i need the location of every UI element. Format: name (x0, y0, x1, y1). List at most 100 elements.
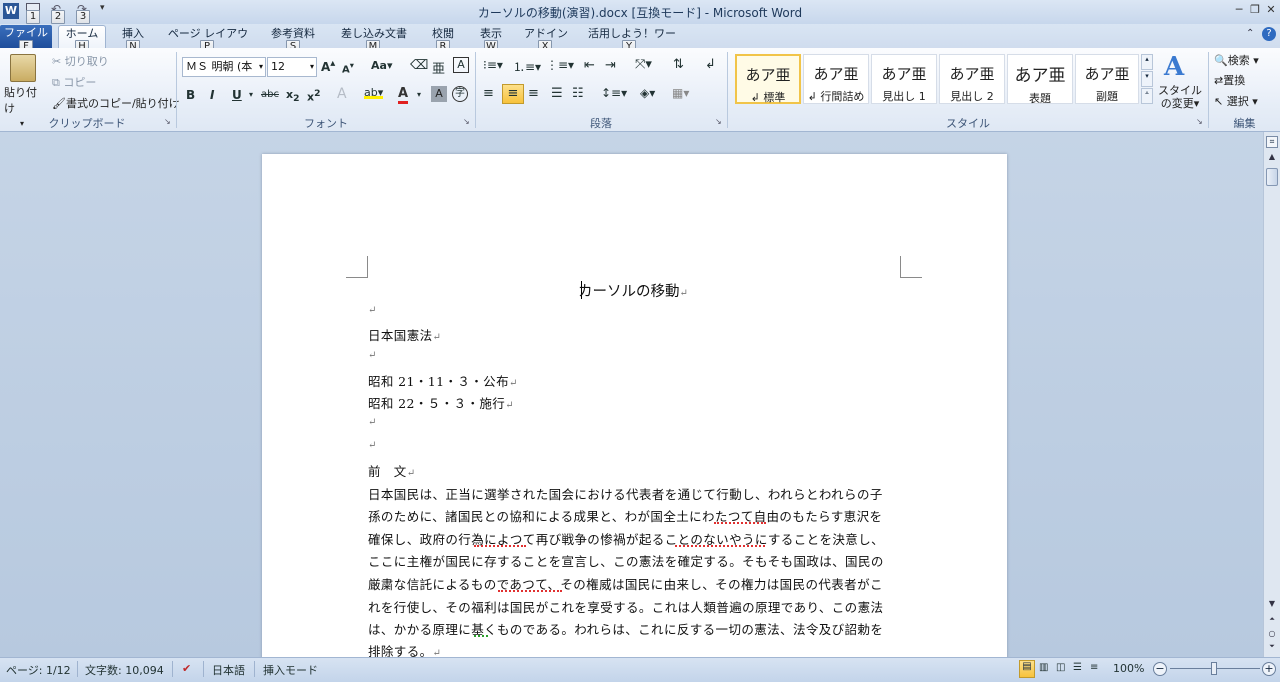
styles-scroll-down-icon[interactable]: ▾ (1141, 71, 1153, 87)
font-color-icon[interactable]: A (398, 86, 409, 104)
borders-icon[interactable]: ▦▾ (672, 86, 689, 100)
clipboard-launcher-icon[interactable]: ↘ (164, 117, 171, 126)
font-color-dropdown-icon[interactable]: ▾ (417, 90, 421, 99)
word-count[interactable]: 文字数: 10,094 (85, 662, 164, 678)
cut-button[interactable]: ✂ 切り取り (52, 53, 109, 69)
justify-icon[interactable]: ☰ (551, 86, 563, 101)
underline-icon[interactable]: U (232, 88, 242, 102)
copy-button[interactable]: ⧉ コピー (52, 74, 96, 90)
style-sample: あア亜 (1014, 66, 1066, 86)
scroll-down-icon[interactable]: ▼ (1266, 599, 1278, 613)
change-styles-button[interactable]: スタイルの変更▾ (1156, 84, 1204, 110)
find-button[interactable]: 🔍検索 ▾ (1214, 52, 1259, 68)
line-spacing-icon[interactable]: ↕≡▾ (601, 86, 627, 100)
change-styles-label: スタイルの変更 (1158, 84, 1202, 110)
sort-icon[interactable]: ⇅ (673, 57, 684, 72)
empty-paragraph: ↵ (368, 350, 377, 361)
format-painter-button[interactable]: 🖌書式のコピー/貼り付け (52, 95, 180, 111)
proofing-icon[interactable]: ✔ (182, 662, 191, 675)
paste-icon[interactable] (10, 54, 36, 82)
underline-dropdown-icon[interactable]: ▾ (249, 90, 253, 99)
print-layout-view-icon[interactable]: ▤ (1019, 660, 1035, 678)
status-separator (172, 661, 173, 677)
enclose-char-icon[interactable]: 字 (452, 86, 468, 102)
styles-scroll-up-icon[interactable]: ▴ (1141, 54, 1153, 70)
multilevel-list-icon[interactable]: ⋮≡▾ (546, 58, 574, 72)
prev-page-icon[interactable]: ⏶ (1266, 615, 1278, 627)
align-left-icon[interactable]: ≡ (483, 86, 494, 101)
zoom-slider-thumb[interactable] (1211, 662, 1217, 675)
bold-icon[interactable]: B (186, 88, 195, 102)
clipboard-group-label: クリップボード (48, 117, 126, 130)
style-name: 表題 (1029, 92, 1051, 105)
font-name-combo[interactable]: ＭＳ 明朝 (本 ▾ (182, 57, 266, 77)
grow-font-icon[interactable]: A▴ (321, 58, 335, 74)
ruler-toggle-icon[interactable]: ⌗ (1266, 136, 1278, 148)
language-indicator[interactable]: 日本語 (212, 662, 245, 678)
style-heading-2[interactable]: あア亜 見出し 2 (939, 54, 1005, 104)
doc-line: 昭和 22・５・３・施行↵ (368, 393, 514, 412)
show-marks-icon[interactable]: ↲ (705, 57, 716, 72)
body-line: 厳粛な信託によるものであつて、その権威は国民に由来し、その権力は国民の代表者がこ (368, 577, 883, 592)
scroll-up-icon[interactable]: ▲ (1266, 152, 1278, 166)
highlight-icon[interactable]: ab▾ (364, 86, 384, 99)
text-direction-icon[interactable]: ⤧▾ (635, 57, 652, 72)
tab-review-label: 校閲 (432, 27, 454, 40)
superscript-icon[interactable]: x2 (307, 88, 320, 104)
draft-view-icon[interactable]: ≡ (1090, 662, 1098, 673)
select-button[interactable]: ↖ 選択 ▾ (1214, 93, 1258, 109)
font-launcher-icon[interactable]: ↘ (463, 117, 470, 126)
close-icon[interactable]: ✕ (1262, 2, 1280, 18)
styles-more-icon[interactable]: ⩡ (1141, 88, 1153, 104)
numbering-icon[interactable]: ⒈≡▾ (513, 58, 541, 75)
body-line: 確保し、政府の行為によつて再び戦争の惨禍が起ることのないやうにすることを決意し、 (368, 532, 885, 547)
tab-insert-label: 挿入 (122, 27, 144, 40)
font-size-value: 12 (271, 60, 285, 73)
help-icon[interactable]: ? (1262, 27, 1276, 41)
document-page[interactable] (262, 154, 1007, 674)
change-styles-icon[interactable]: A (1164, 52, 1184, 82)
font-size-combo[interactable]: 12 ▾ (267, 57, 317, 77)
text-effects-icon[interactable]: A (337, 86, 347, 102)
strikethrough-icon[interactable]: abc (261, 89, 279, 100)
increase-indent-icon[interactable]: ⇥ (605, 58, 616, 73)
style-title[interactable]: あア亜 表題 (1007, 54, 1073, 105)
scissors-icon: ✂ (52, 55, 65, 68)
distribute-icon[interactable]: ☷ (572, 86, 584, 101)
subscript-icon[interactable]: x2 (286, 88, 299, 104)
phonetic-guide-icon[interactable]: 亜 (432, 58, 445, 77)
align-center-icon[interactable]: ≡ (502, 84, 524, 104)
style-normal[interactable]: あア亜 ↲ 標準 (735, 54, 801, 104)
style-no-spacing[interactable]: あア亜 ↲ 行間詰め (803, 54, 869, 104)
clear-format-icon[interactable]: ⌫ (410, 58, 428, 73)
browse-object-icon[interactable]: ○ (1266, 629, 1278, 641)
zoom-out-icon[interactable]: − (1153, 662, 1167, 676)
align-right-icon[interactable]: ≡ (528, 86, 539, 101)
full-screen-view-icon[interactable]: ▥ (1039, 662, 1048, 673)
shrink-font-icon[interactable]: A▾ (342, 60, 354, 75)
vertical-scrollbar[interactable]: ⌗ ▲ ▼ ⏶ ○ ⏷ (1263, 132, 1280, 657)
zoom-level[interactable]: 100% (1113, 662, 1144, 675)
style-subtitle[interactable]: あア亜 副題 (1075, 54, 1139, 104)
next-page-icon[interactable]: ⏷ (1266, 642, 1278, 654)
zoom-in-icon[interactable]: + (1262, 662, 1276, 676)
outline-view-icon[interactable]: ☰ (1073, 662, 1082, 673)
page-count[interactable]: ページ: 1/12 (6, 662, 71, 678)
bullets-icon[interactable]: ⁝≡▾ (483, 58, 503, 72)
change-case-button[interactable]: Aa▾ (371, 59, 392, 72)
styles-launcher-icon[interactable]: ↘ (1196, 117, 1203, 126)
style-sample: あア亜 (949, 65, 995, 83)
scroll-thumb[interactable] (1266, 168, 1278, 186)
insert-mode-indicator[interactable]: 挿入モード (263, 662, 318, 678)
char-shading-icon[interactable]: A (431, 86, 447, 102)
italic-icon[interactable]: I (210, 88, 214, 102)
paragraph-launcher-icon[interactable]: ↘ (715, 117, 722, 126)
replace-button[interactable]: ⇄置換 (1214, 72, 1245, 88)
ribbon-minimize-icon[interactable]: ⌃ (1246, 28, 1254, 39)
shading-icon[interactable]: ◈▾ (640, 86, 655, 100)
status-bar: ページ: 1/12 文字数: 10,094 ✔ 日本語 挿入モード ▤ ▥ ◫ … (0, 657, 1280, 682)
web-layout-view-icon[interactable]: ◫ (1056, 662, 1065, 673)
style-heading-1[interactable]: あア亜 見出し 1 (871, 54, 937, 104)
char-border-icon[interactable]: A (453, 57, 469, 73)
decrease-indent-icon[interactable]: ⇤ (584, 58, 595, 73)
